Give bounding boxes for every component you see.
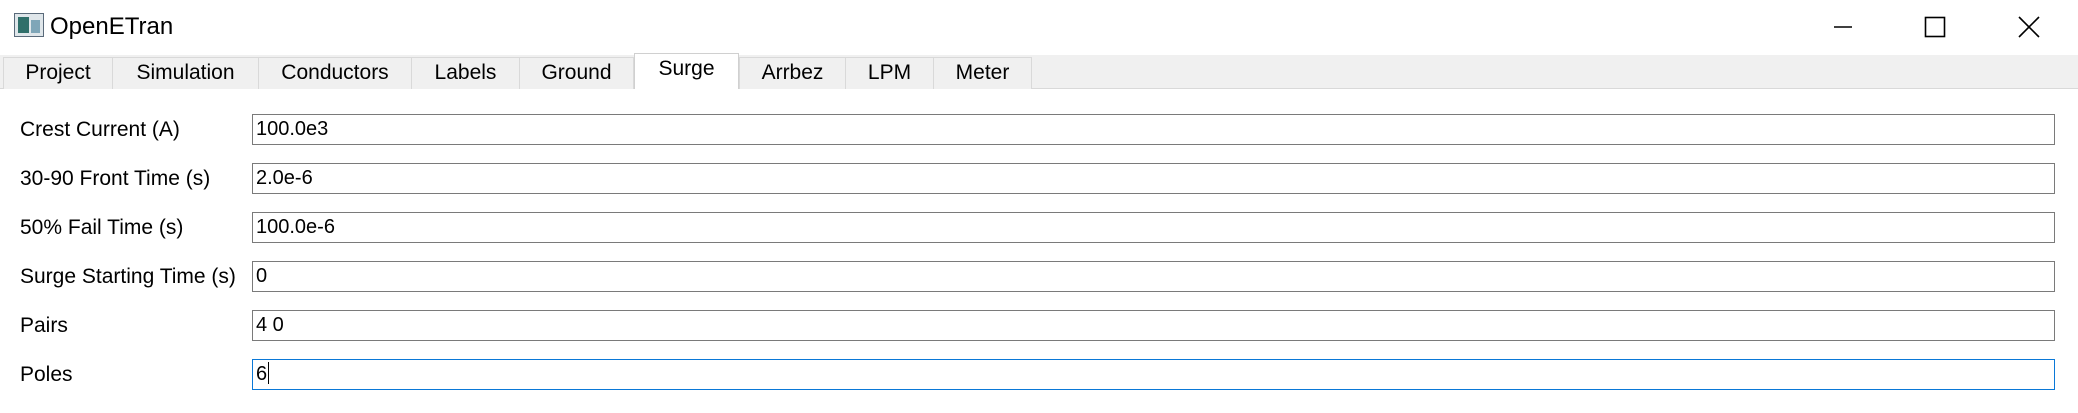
minimize-icon bbox=[1834, 26, 1852, 28]
crest-current-label: Crest Current (A) bbox=[20, 118, 180, 141]
front-time-label: 30-90 Front Time (s) bbox=[20, 167, 211, 190]
minimize-button[interactable] bbox=[1797, 0, 1889, 54]
tab-simulation[interactable]: Simulation bbox=[112, 57, 259, 89]
close-button[interactable] bbox=[1983, 0, 2075, 54]
maximize-icon bbox=[1924, 16, 1946, 38]
front-time-input[interactable]: 2.0e-6 bbox=[252, 163, 2055, 194]
fail-time-label: 50% Fail Time (s) bbox=[20, 216, 184, 239]
pairs-input[interactable]: 4 0 bbox=[252, 310, 2055, 341]
poles-value: 6 bbox=[256, 363, 268, 385]
maximize-button[interactable] bbox=[1889, 0, 1981, 54]
surge-form: Crest Current (A) 100.0e3 30-90 Front Ti… bbox=[0, 89, 2078, 413]
surge-start-time-label: Surge Starting Time (s) bbox=[20, 265, 236, 288]
tab-ground[interactable]: Ground bbox=[519, 57, 634, 89]
tab-bar: Project Simulation Conductors Labels Gro… bbox=[0, 53, 2078, 90]
text-cursor bbox=[268, 362, 270, 384]
surge-start-time-input[interactable]: 0 bbox=[252, 261, 2055, 292]
poles-label: Poles bbox=[20, 363, 73, 386]
tab-conductors[interactable]: Conductors bbox=[258, 57, 412, 89]
window-title: OpenETran bbox=[50, 13, 174, 40]
title-bar: OpenETran bbox=[0, 0, 2078, 54]
poles-input[interactable]: 6 bbox=[252, 359, 2055, 390]
tab-labels[interactable]: Labels bbox=[411, 57, 520, 89]
tab-lpm[interactable]: LPM bbox=[845, 57, 934, 89]
fail-time-input[interactable]: 100.0e-6 bbox=[252, 212, 2055, 243]
app-icon bbox=[14, 13, 44, 37]
pairs-label: Pairs bbox=[20, 314, 68, 337]
close-icon bbox=[2018, 16, 2040, 38]
tab-project[interactable]: Project bbox=[3, 57, 113, 89]
tab-arrbez[interactable]: Arrbez bbox=[739, 57, 846, 89]
crest-current-input[interactable]: 100.0e3 bbox=[252, 114, 2055, 145]
tab-surge[interactable]: Surge bbox=[634, 53, 739, 90]
tab-meter[interactable]: Meter bbox=[933, 57, 1032, 89]
